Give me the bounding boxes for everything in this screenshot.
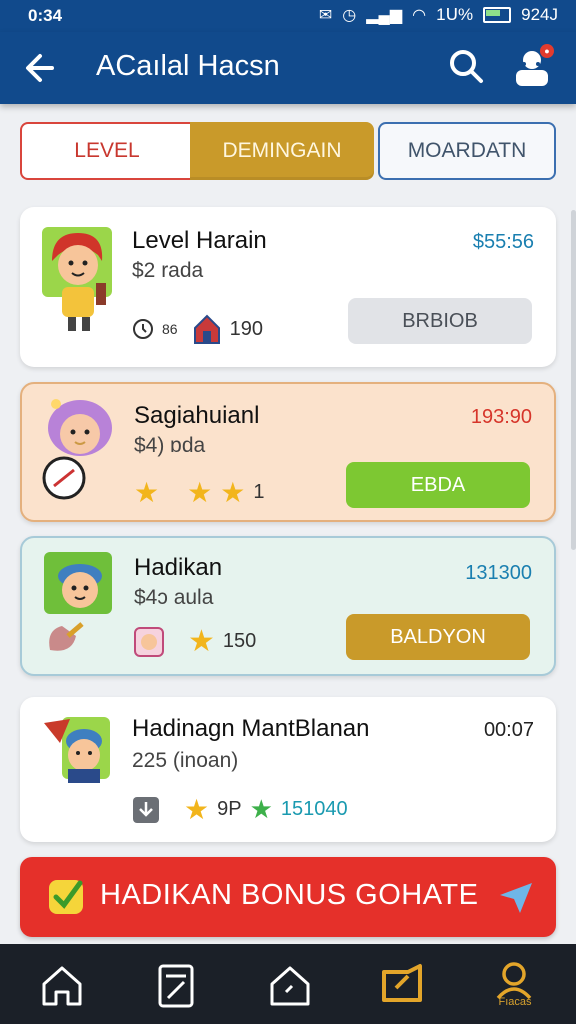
item-name: Hadinagn MantBlanan [132,715,370,742]
status-time: 0:34 [28,6,63,25]
face-badge-icon [134,626,164,657]
house-nav-icon[interactable] [266,962,314,1010]
stat-small: 86 [162,321,178,337]
profile-button[interactable]: ● [508,42,556,90]
status-icons: ✉ ◷ ▂▄▆ ◠ 1ᑌ% 924J [319,5,558,25]
stat-value: 190 [229,317,263,340]
search-icon[interactable] [446,46,486,86]
profile-nav-label: Fıacas [498,996,532,1008]
tab-level[interactable]: LEVEL [20,122,192,180]
bonus-banner[interactable]: HADIKAN BONUS GOHATE [20,857,556,937]
page-title: ACaılal Hacsn [96,50,280,82]
star-green-icon: ★ [249,794,273,824]
status-clock-right: 924J [521,5,558,24]
character-avatar-icon [42,399,112,500]
battery-percent: 1ᑌ% [436,5,474,24]
character-avatar-icon [44,552,112,651]
segment-tabs: LEVEL DEMINGAIN MOARDATN [20,122,556,184]
clock-icon [133,319,153,339]
item-stats: 86 190 [132,313,263,345]
scrollbar[interactable] [571,210,576,550]
bonus-label: HADIKAN BONUS GOHATE [100,879,479,911]
check-icon [49,880,83,914]
item-price: 193:90 [470,406,532,428]
star-icon: ★ [188,625,215,658]
item-subtitle: $2 rada [132,259,204,282]
star-icon: ★ [187,477,213,508]
star-icon: ★ [220,477,246,508]
battery-icon [483,7,512,23]
star-icon: ★ [184,794,210,825]
app-bar: ACaılal Hacsn ● [0,32,576,104]
item-name: Level Harain [132,227,267,254]
wifi-icon: ◠ [412,7,427,24]
list-item[interactable]: Level Harain $2 rada $55:56 86 190 BRBIO… [20,207,556,367]
map-icon[interactable] [378,962,426,1010]
item-action-button[interactable]: BALDYON [346,614,530,660]
cellular-icon: ▂▄▆ [366,7,403,24]
item-price: 131300 [465,562,532,584]
item-action-button[interactable]: EBDA [346,462,530,508]
item-stats: ★ 9P ★ 151040 [132,793,348,826]
stat-value: 151040 [280,798,348,820]
stat-value: 1 [253,481,265,503]
notification-badge: ● [540,44,554,58]
item-price: $55:56 [472,231,534,253]
item-price: 00:07 [483,719,534,741]
item-subtitle: 225 (inoan) [132,749,239,772]
tab-moardatn[interactable]: MOARDATN [378,122,556,180]
bottom-nav: Fıacas [0,944,576,1024]
send-icon [500,883,532,913]
character-avatar-icon [44,717,110,783]
alarm-icon: ◷ [342,7,357,24]
list-item[interactable]: Sagiahuianl $4) ɒda 193:90 ★ ★ ★ 1 EBDA [20,382,556,522]
back-arrow-icon[interactable] [22,48,62,88]
item-stats: ★ 150 [134,624,256,659]
stat-value: 150 [222,630,257,652]
notification-icon: ✉ [318,7,333,24]
status-bar: 0:34 ✉ ◷ ▂▄▆ ◠ 1ᑌ% 924J [0,0,576,32]
tab-demingain[interactable]: DEMINGAIN [190,122,374,180]
item-stats: ★ ★ ★ 1 [134,476,264,509]
item-action-button[interactable]: BRBIOB [348,298,532,344]
home-icon[interactable] [38,962,86,1010]
character-avatar-icon [42,227,112,331]
star-icon: ★ [134,477,160,508]
item-subtitle: $4) ɒda [134,434,206,457]
list-item[interactable]: Hadikan $4ɔ aula 131300 ★ 150 BALDYON [20,536,556,676]
item-name: Sagiahuianl [134,402,260,429]
notes-icon[interactable] [152,962,200,1010]
item-name: Hadikan [134,554,223,581]
list-item[interactable]: Hadinagn MantBlanan 225 (inoan) 00:07 ★ … [20,697,556,842]
stat-small: 9P [217,798,242,820]
item-subtitle: $4ɔ aula [134,586,214,609]
download-icon [133,796,159,823]
house-icon [193,314,220,344]
